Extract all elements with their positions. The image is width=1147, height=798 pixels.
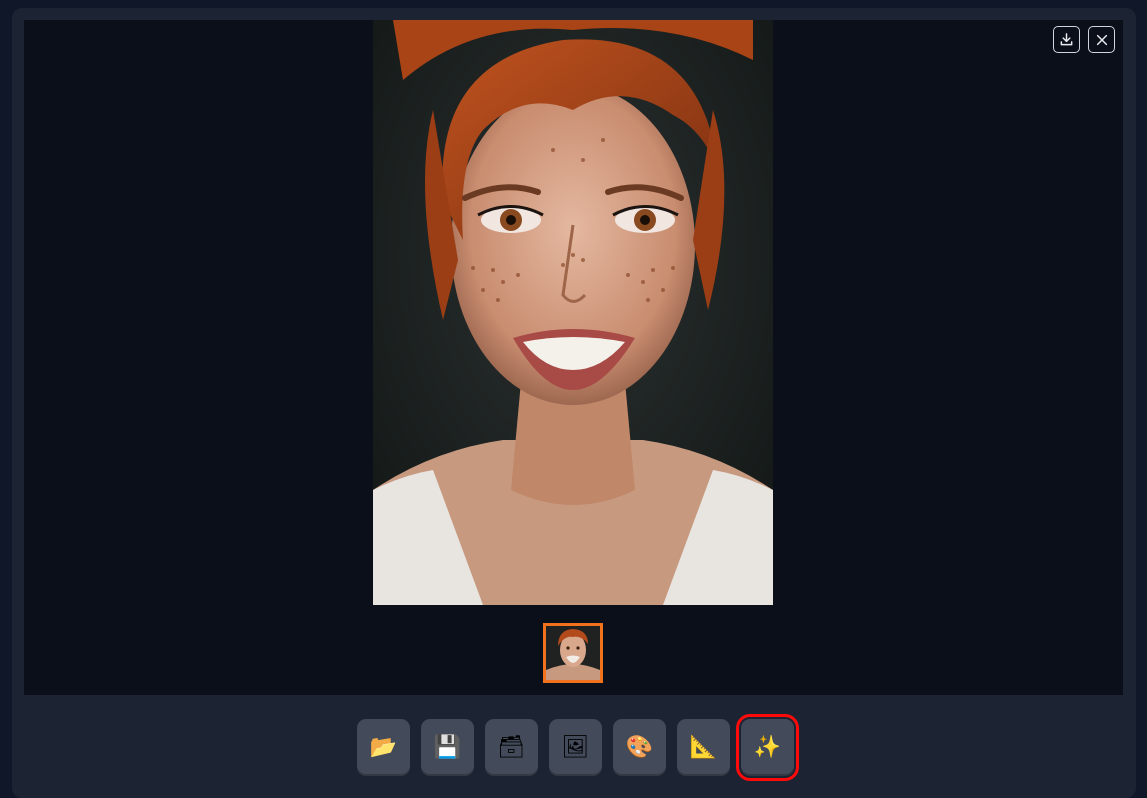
triangular-ruler-icon: 📐 (689, 734, 718, 760)
framed-picture-icon: 🖼 (561, 734, 590, 760)
artist-palette-icon: 🎨 (625, 734, 654, 760)
toolbar: 📂 💾 🗃 🖼 🎨 📐 ✨ (357, 714, 799, 781)
ruler-button[interactable]: 📐 (677, 719, 730, 776)
image-viewer (24, 20, 1123, 695)
download-button[interactable] (1053, 26, 1080, 53)
save-button[interactable]: 💾 (421, 719, 474, 776)
thumbnail-selected[interactable] (543, 623, 603, 683)
folder-icon: 📂 (369, 734, 398, 760)
palette-button[interactable]: 🎨 (613, 719, 666, 776)
download-icon (1060, 33, 1073, 46)
floppy-disk-icon: 💾 (433, 734, 462, 760)
save-as-button[interactable]: 🗃 (485, 719, 538, 776)
card-file-box-icon: 🗃 (497, 734, 526, 760)
image-button[interactable]: 🖼 (549, 719, 602, 776)
open-button[interactable]: 📂 (357, 719, 410, 776)
main-image[interactable] (373, 20, 773, 605)
enhance-button[interactable]: ✨ (736, 714, 799, 781)
close-button[interactable] (1088, 26, 1115, 53)
close-icon (1096, 34, 1107, 45)
sparkles-icon: ✨ (753, 734, 782, 760)
